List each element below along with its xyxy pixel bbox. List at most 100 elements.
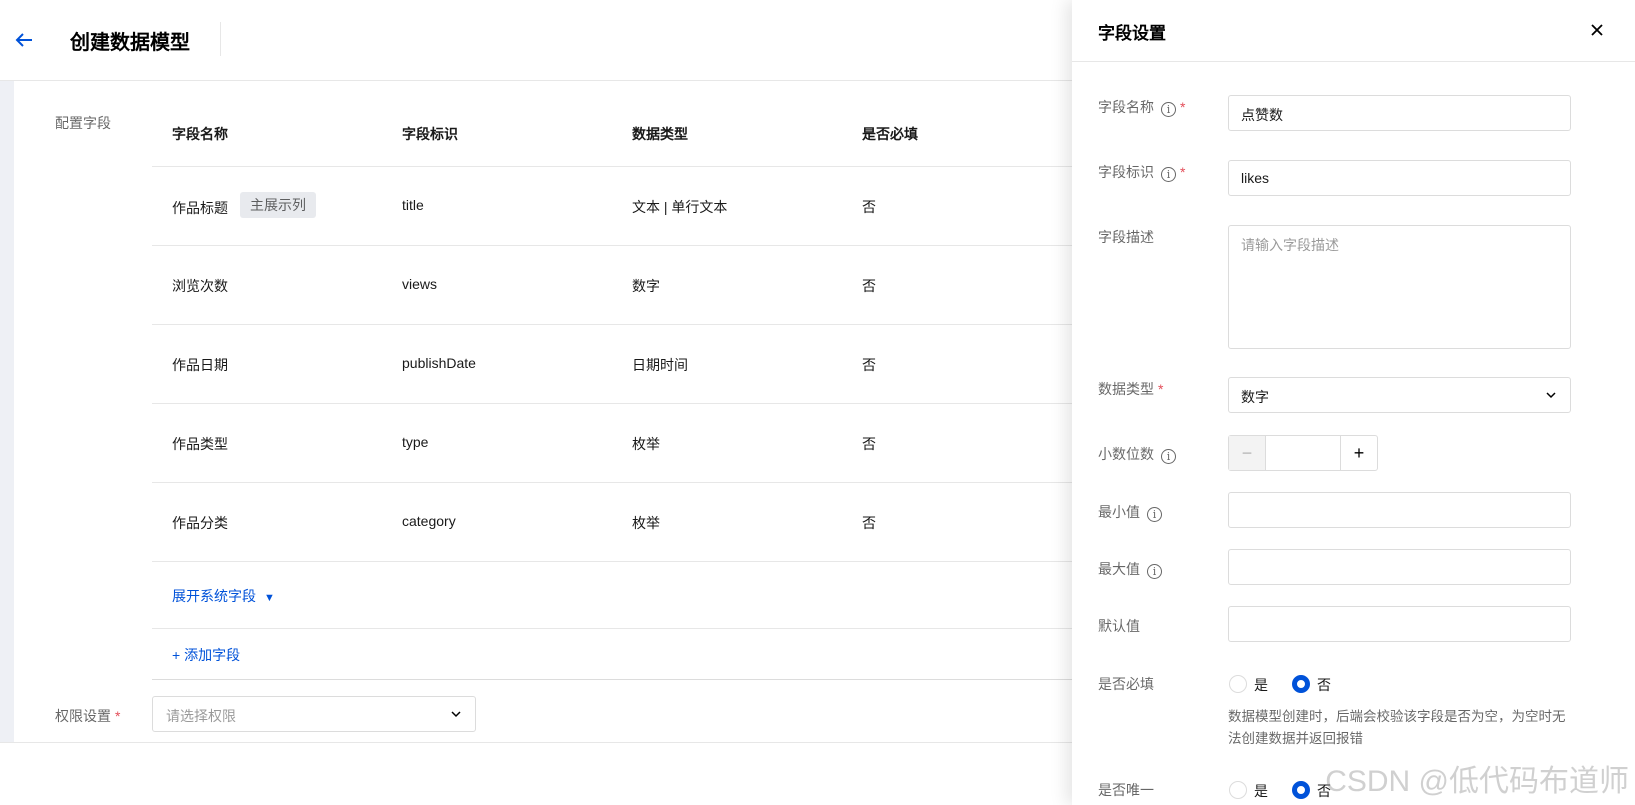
data-type-select[interactable]: 数字: [1228, 377, 1571, 413]
unique-yes-label[interactable]: 是: [1254, 781, 1268, 801]
column-header: 字段名称: [172, 126, 228, 142]
title-divider: [220, 22, 221, 56]
decimals-label: 小数位数 i: [1098, 444, 1176, 464]
field-key-cell: category: [402, 513, 456, 529]
required-star: *: [1158, 381, 1164, 397]
field-name-value: 点赞数: [1241, 107, 1283, 123]
increment-button[interactable]: +: [1340, 436, 1377, 470]
required-star: *: [1180, 99, 1186, 115]
table-row[interactable]: 作品日期 publishDate 日期时间 否: [152, 325, 1073, 404]
info-icon[interactable]: i: [1147, 507, 1162, 522]
chevron-down-icon: [1546, 392, 1556, 399]
decimals-stepper[interactable]: − +: [1228, 435, 1378, 471]
add-field-link[interactable]: + 添加字段: [172, 645, 240, 665]
data-type-cell: 数字: [632, 278, 660, 294]
field-key-cell: title: [402, 197, 424, 213]
info-icon[interactable]: i: [1161, 167, 1176, 182]
min-value-label-text: 最小值: [1098, 504, 1140, 520]
left-strip: [0, 81, 14, 742]
required-yes-radio[interactable]: [1229, 675, 1247, 693]
field-desc-label: 字段描述: [1098, 229, 1154, 245]
info-icon[interactable]: i: [1161, 449, 1176, 464]
data-type-value: 数字: [1241, 389, 1269, 405]
field-key-input[interactable]: likes: [1228, 160, 1571, 196]
field-name: 作品标题: [172, 200, 228, 216]
fields-table: 字段名称 字段标识 数据类型 是否必填 作品标题 主展示列 title 文本 | …: [152, 107, 1073, 680]
required-no-label[interactable]: 否: [1317, 675, 1331, 695]
required-star: *: [115, 708, 121, 724]
column-header: 数据类型: [632, 126, 688, 142]
required-cell: 否: [862, 436, 876, 452]
field-key-cell: views: [402, 276, 438, 292]
field-key-cell: publishDate: [402, 355, 476, 371]
field-settings-drawer: 字段设置 字段名称 i * 点赞数 字段标识 i * likes 字段描述 请输入字段描…: [1072, 0, 1635, 805]
unique-no-radio[interactable]: [1292, 781, 1310, 799]
field-name-cell: 作品分类: [172, 515, 228, 531]
decrement-button[interactable]: −: [1229, 436, 1266, 470]
drawer-title: 字段设置: [1098, 24, 1166, 43]
permission-label: 权限设置 *: [55, 706, 120, 726]
page-title: 创建数据模型: [70, 32, 190, 54]
default-value-input[interactable]: [1228, 606, 1571, 642]
watermark: CSDN @低代码布道师: [1325, 765, 1629, 798]
add-field-row: + 添加字段: [152, 629, 1073, 680]
expand-system-fields-label: 展开系统字段: [172, 588, 256, 604]
min-value-label: 最小值 i: [1098, 502, 1162, 522]
data-type-cell: 文本 | 单行文本: [632, 199, 728, 215]
field-name-input[interactable]: 点赞数: [1228, 95, 1571, 131]
drawer-header: 字段设置: [1072, 0, 1635, 62]
required-cell: 否: [862, 515, 876, 531]
min-value-input[interactable]: [1228, 492, 1571, 528]
permission-select[interactable]: 请选择权限: [152, 696, 476, 732]
table-header: 字段名称 字段标识 数据类型 是否必填: [152, 107, 1073, 167]
permission-placeholder: 请选择权限: [166, 708, 236, 724]
config-fields-label: 配置字段: [55, 115, 111, 131]
table-row[interactable]: 浏览次数 views 数字 否: [152, 246, 1073, 325]
max-value-label: 最大值 i: [1098, 559, 1162, 579]
column-header: 是否必填: [862, 126, 918, 142]
caret-down-icon: ▼: [264, 592, 275, 604]
info-icon[interactable]: i: [1147, 564, 1162, 579]
table-row[interactable]: 作品类型 type 枚举 否: [152, 404, 1073, 483]
column-header: 字段标识: [402, 126, 458, 142]
table-row[interactable]: 作品分类 category 枚举 否: [152, 483, 1073, 562]
expand-system-fields-link[interactable]: 展开系统字段 ▼: [172, 586, 275, 606]
primary-column-tag: 主展示列: [240, 192, 316, 218]
main-divider: [0, 742, 1072, 743]
default-value-label: 默认值: [1098, 618, 1140, 634]
field-name-cell: 作品类型: [172, 436, 228, 452]
back-arrow-icon[interactable]: [12, 28, 36, 52]
required-cell: 否: [862, 199, 876, 215]
unique-yes-radio[interactable]: [1229, 781, 1247, 799]
data-type-cell: 枚举: [632, 436, 660, 452]
field-name-label-text: 字段名称: [1098, 99, 1154, 115]
permission-label-text: 权限设置: [55, 708, 111, 724]
required-label: 是否必填: [1098, 676, 1154, 692]
field-desc-placeholder: 请输入字段描述: [1241, 237, 1339, 253]
expand-system-fields-row: 展开系统字段 ▼: [152, 562, 1073, 629]
data-type-cell: 日期时间: [632, 357, 688, 373]
close-icon[interactable]: [1587, 20, 1607, 40]
table-row[interactable]: 作品标题 主展示列 title 文本 | 单行文本 否: [152, 167, 1073, 246]
required-star: *: [1180, 164, 1186, 180]
required-yes-label[interactable]: 是: [1254, 675, 1268, 695]
unique-label: 是否唯一: [1098, 782, 1154, 798]
required-cell: 否: [862, 357, 876, 373]
field-key-cell: type: [402, 434, 429, 450]
data-type-cell: 枚举: [632, 515, 660, 531]
max-value-label-text: 最大值: [1098, 561, 1140, 577]
field-key-label: 字段标识 i *: [1098, 162, 1185, 182]
chevron-down-icon: [451, 711, 461, 718]
info-icon[interactable]: i: [1161, 102, 1176, 117]
data-type-label-text: 数据类型: [1098, 381, 1154, 397]
required-no-radio[interactable]: [1292, 675, 1310, 693]
field-key-label-text: 字段标识: [1098, 164, 1154, 180]
field-name-label: 字段名称 i *: [1098, 97, 1185, 117]
required-hint: 数据模型创建时，后端会校验该字段是否为空，为空时无法创建数据并返回报错: [1228, 709, 1566, 746]
field-name-cell: 浏览次数: [172, 278, 228, 294]
field-name-cell: 作品日期: [172, 357, 228, 373]
field-key-value: likes: [1241, 170, 1270, 186]
max-value-input[interactable]: [1228, 549, 1571, 585]
field-desc-textarea[interactable]: 请输入字段描述: [1228, 225, 1571, 349]
field-name-cell: 作品标题 主展示列: [172, 192, 316, 221]
